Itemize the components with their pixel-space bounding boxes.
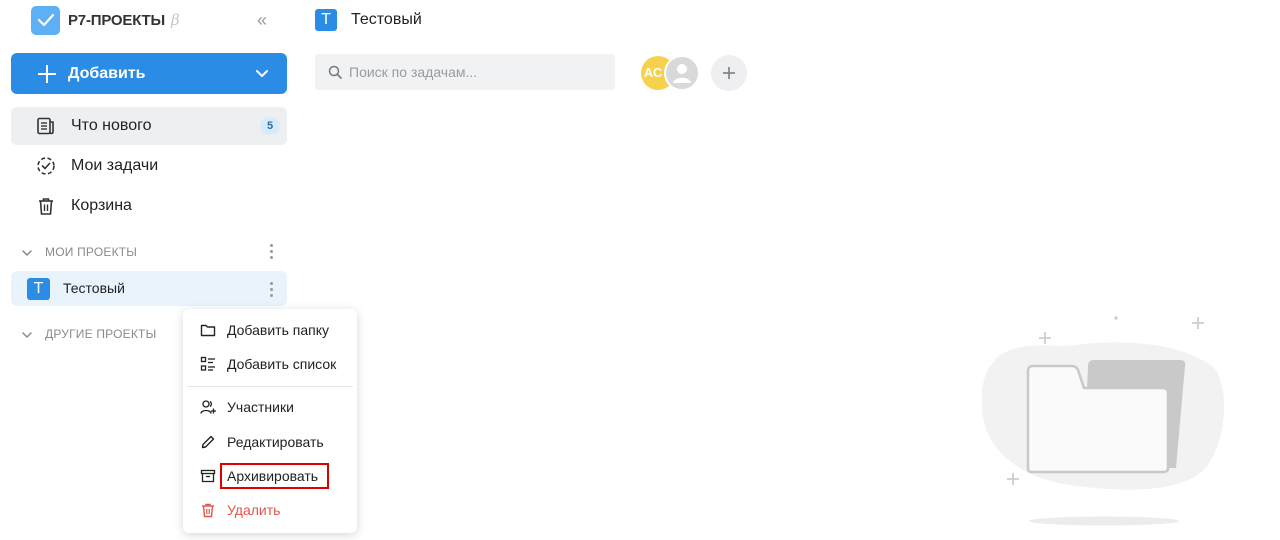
sidebar-item-trash[interactable]: Корзина <box>11 187 287 225</box>
menu-item-label: Редактировать <box>227 434 324 450</box>
empty-folder-illustration <box>980 300 1230 530</box>
users-add-icon <box>200 399 216 415</box>
menu-item-delete[interactable]: Удалить <box>183 495 357 525</box>
section-title: ДРУГИЕ ПРОЕКТЫ <box>45 327 157 341</box>
search-icon <box>328 65 342 79</box>
menu-divider <box>187 386 353 387</box>
checkmark-logo-icon <box>31 5 60 35</box>
plus-icon <box>723 67 735 79</box>
menu-item-members[interactable]: Участники <box>183 392 357 422</box>
menu-item-label: Участники <box>227 399 294 415</box>
news-icon <box>36 116 56 136</box>
project-context-menu: Добавить папку Добавить список Участники… <box>183 309 357 533</box>
archive-icon <box>200 468 216 484</box>
selection-highlight <box>220 463 329 489</box>
beta-label: β <box>170 11 180 29</box>
project-letter-icon: Т <box>315 9 337 31</box>
sidebar-item-whats-new[interactable]: Что нового 5 <box>11 107 287 145</box>
chevron-down-icon <box>21 246 33 264</box>
menu-item-add-list[interactable]: Добавить список <box>183 349 357 379</box>
trash-icon <box>200 502 216 518</box>
section-title: МОИ ПРОЕКТЫ <box>45 245 138 259</box>
project-name: Тестовый <box>63 280 125 296</box>
add-button-label: Добавить <box>68 64 146 82</box>
menu-item-label: Удалить <box>227 502 281 518</box>
page-title: Тестовый <box>351 11 422 28</box>
more-vertical-icon[interactable] <box>270 244 274 260</box>
menu-item-label: Добавить список <box>227 356 337 372</box>
plus-icon <box>38 64 56 83</box>
user-avatar-icon[interactable] <box>664 55 700 91</box>
chevron-down-icon <box>255 66 269 85</box>
menu-item-add-folder[interactable]: Добавить папку <box>183 315 357 345</box>
sidebar-item-label: Мои задачи <box>71 157 159 174</box>
sidebar-project-testovyi[interactable]: Т Тестовый <box>11 271 287 306</box>
pencil-icon <box>200 434 216 450</box>
sidebar-item-label: Что нового <box>71 117 152 134</box>
task-search <box>315 54 615 90</box>
trash-icon <box>36 196 56 216</box>
search-input[interactable] <box>349 54 609 90</box>
list-icon <box>200 356 216 372</box>
add-button[interactable]: Добавить <box>11 53 287 94</box>
menu-item-edit[interactable]: Редактировать <box>183 427 357 457</box>
my-projects-section[interactable]: МОИ ПРОЕКТЫ <box>11 241 287 263</box>
brand-name: Р7-ПРОЕКТЫ <box>68 11 165 29</box>
more-vertical-icon[interactable] <box>270 282 274 298</box>
count-badge: 5 <box>260 117 280 135</box>
tasks-check-icon <box>36 156 56 176</box>
folder-icon <box>200 322 216 338</box>
add-member-button[interactable] <box>711 55 747 91</box>
menu-item-label: Добавить папку <box>227 322 329 338</box>
project-letter-icon: Т <box>27 278 50 300</box>
project-header: Т Тестовый <box>315 8 422 32</box>
chevron-down-icon <box>21 328 33 346</box>
brand[interactable]: Р7-ПРОЕКТЫ β <box>31 5 180 35</box>
sidebar-item-my-tasks[interactable]: Мои задачи <box>11 147 287 185</box>
collapse-sidebar-icon[interactable]: « <box>253 9 271 31</box>
sidebar-item-label: Корзина <box>71 197 132 214</box>
